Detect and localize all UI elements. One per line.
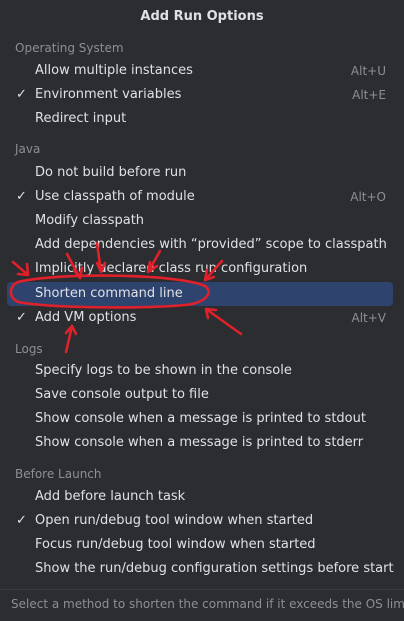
option-label: Show console when a message is printed t…	[35, 411, 366, 426]
option-label: Modify classpath	[35, 213, 145, 228]
option-save-console-output[interactable]: Save console output to file	[7, 383, 393, 407]
option-shortcut: Alt+V	[351, 311, 386, 325]
option-label: Implicitly declared class run configurat…	[35, 261, 308, 276]
option-add-provided-dependencies[interactable]: Add dependencies with “provided” scope t…	[7, 233, 393, 257]
checkmark-icon: ✓	[16, 310, 27, 325]
option-add-vm-options[interactable]: ✓ Add VM options Alt+V	[7, 306, 393, 330]
option-modify-classpath[interactable]: Modify classpath	[7, 209, 393, 233]
option-label: Show the run/debug configuration setting…	[35, 561, 394, 576]
option-focus-tool-window[interactable]: Focus run/debug tool window when started	[7, 533, 393, 557]
option-label: Do not build before run	[35, 165, 187, 180]
option-label: Environment variables	[35, 87, 182, 102]
option-shortcut: Alt+O	[350, 190, 386, 204]
checkmark-icon: ✓	[16, 189, 27, 204]
option-label: Use classpath of module	[35, 189, 195, 204]
popup-title: Add Run Options	[140, 9, 264, 24]
option-shortcut: Alt+U	[350, 64, 386, 78]
footer-hint: Select a method to shorten the command i…	[0, 589, 404, 621]
section-before-launch: Before Launch	[15, 467, 102, 481]
option-label: Show console when a message is printed t…	[35, 435, 364, 450]
section-logs: Logs	[15, 342, 43, 356]
option-environment-variables[interactable]: ✓ Environment variables Alt+E	[7, 83, 393, 107]
option-allow-multiple-instances[interactable]: Allow multiple instances Alt+U	[7, 59, 393, 83]
option-show-console-stdout[interactable]: Show console when a message is printed t…	[7, 407, 393, 431]
option-label: Add VM options	[35, 310, 137, 325]
checkmark-icon: ✓	[16, 87, 27, 102]
option-shortcut: Alt+E	[352, 88, 386, 102]
option-label: Specify logs to be shown in the console	[35, 363, 292, 378]
checkmark-icon: ✓	[16, 513, 27, 528]
option-label: Shorten command line	[35, 286, 183, 301]
option-use-classpath-of-module[interactable]: ✓ Use classpath of module Alt+O	[7, 185, 393, 209]
option-label: Redirect input	[35, 111, 127, 126]
option-label: Save console output to file	[35, 387, 209, 402]
section-operating-system: Operating System	[15, 41, 124, 55]
option-show-settings-before-start[interactable]: Show the run/debug configuration setting…	[7, 557, 394, 581]
option-implicitly-declared-class[interactable]: Implicitly declared class run configurat…	[7, 257, 393, 281]
section-java: Java	[15, 142, 41, 156]
option-shorten-command-line[interactable]: Shorten command line	[7, 282, 393, 306]
option-label: Open run/debug tool window when started	[35, 513, 314, 528]
option-open-tool-window[interactable]: ✓ Open run/debug tool window when starte…	[7, 509, 393, 533]
footer-hint-text: Select a method to shorten the command i…	[11, 597, 404, 611]
option-label: Allow multiple instances	[35, 63, 193, 78]
option-label: Add before launch task	[35, 489, 186, 504]
option-label: Focus run/debug tool window when started	[35, 537, 316, 552]
option-label: Add dependencies with “provided” scope t…	[35, 237, 387, 252]
option-specify-logs[interactable]: Specify logs to be shown in the console	[7, 359, 393, 383]
option-add-before-launch-task[interactable]: Add before launch task	[7, 485, 393, 509]
option-do-not-build[interactable]: Do not build before run	[7, 161, 393, 185]
option-show-console-stderr[interactable]: Show console when a message is printed t…	[7, 431, 393, 455]
option-redirect-input[interactable]: Redirect input	[7, 107, 393, 131]
add-run-options-popup: Add Run Options Operating System Allow m…	[0, 0, 404, 621]
